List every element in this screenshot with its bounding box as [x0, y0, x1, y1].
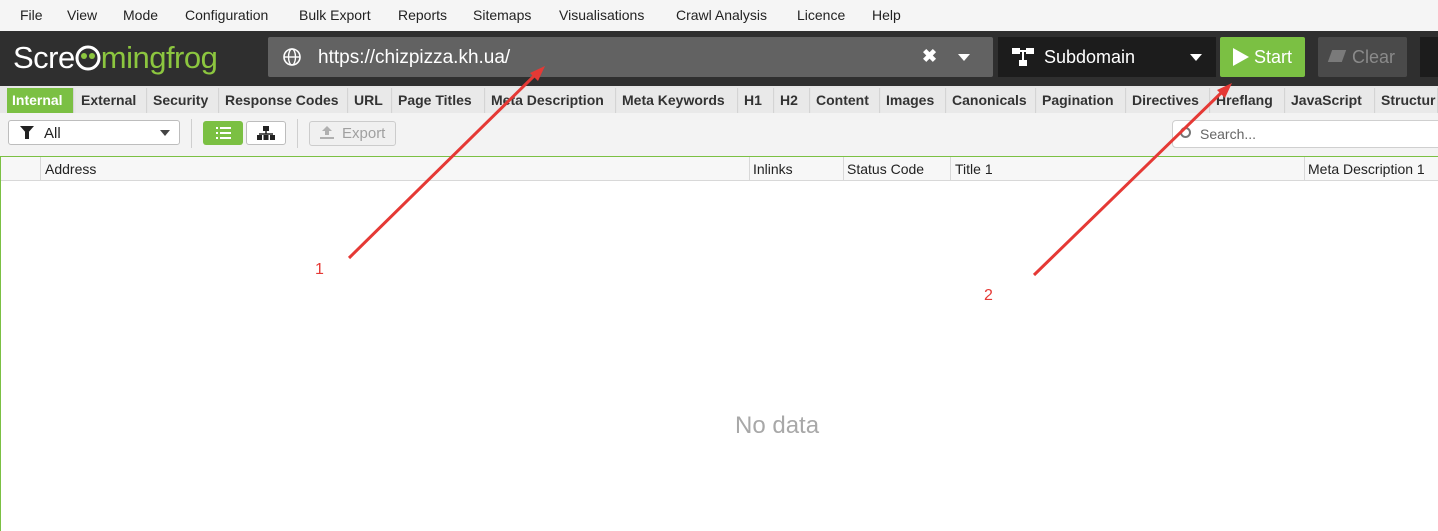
tab-page-titles[interactable]: Page Titles — [393, 88, 485, 113]
tab-external[interactable]: External — [76, 88, 147, 113]
logo-text-start: Scre — [13, 40, 75, 75]
clear-button-label[interactable]: Clear — [1352, 47, 1395, 68]
menu-bulk-export[interactable]: Bulk Export — [299, 7, 371, 23]
tab-pagination[interactable]: Pagination — [1037, 88, 1126, 113]
tab-directives[interactable]: Directives — [1127, 88, 1210, 113]
menu-licence[interactable]: Licence — [797, 7, 845, 23]
tab-h1[interactable]: H1 — [739, 88, 774, 113]
column-divider — [950, 157, 951, 180]
menu-reports[interactable]: Reports — [398, 7, 447, 23]
results-table — [0, 156, 1438, 531]
column-title-1[interactable]: Title 1 — [955, 161, 993, 177]
tab-internal[interactable]: Internal — [7, 88, 74, 113]
column-divider — [843, 157, 844, 180]
menu-mode[interactable]: Mode — [123, 7, 158, 23]
table-header — [1, 157, 1438, 181]
logo-text-end: mingfrog — [100, 40, 218, 75]
filter-value[interactable]: All — [44, 125, 61, 142]
column-meta-description-1[interactable]: Meta Description 1 — [1308, 161, 1425, 177]
column-divider — [1304, 157, 1305, 180]
url-value[interactable]: https://chizpizza.kh.ua/ — [318, 47, 510, 69]
crawl-mode-value[interactable]: Subdomain — [1044, 47, 1135, 68]
column-inlinks[interactable]: Inlinks — [753, 161, 793, 177]
tree-icon — [257, 126, 275, 140]
menu-file[interactable]: File — [20, 7, 43, 23]
tab-canonicals[interactable]: Canonicals — [947, 88, 1036, 113]
play-icon[interactable] — [1233, 48, 1249, 66]
search-icon — [1180, 127, 1191, 138]
column-divider — [749, 157, 750, 180]
app-logo: Scre mingfrog — [13, 39, 218, 77]
toolbar-divider — [191, 119, 192, 148]
upload-icon — [320, 126, 334, 139]
tab-images[interactable]: Images — [881, 88, 946, 113]
tab-response-codes[interactable]: Response Codes — [220, 88, 348, 113]
export-button-label[interactable]: Export — [342, 125, 385, 142]
column-divider — [40, 157, 41, 180]
tab-hreflang[interactable]: Hreflang — [1211, 88, 1285, 113]
empty-state-text: No data — [735, 412, 820, 439]
column-status-code[interactable]: Status Code — [847, 161, 924, 177]
menu-help[interactable]: Help — [872, 7, 901, 23]
filter-icon-stem — [25, 132, 29, 139]
annotation-label-1: 1 — [315, 261, 324, 278]
url-history-dropdown-icon[interactable] — [958, 54, 970, 61]
menu-bar: File View Mode Configuration Bulk Export… — [0, 0, 1438, 31]
list-view-button[interactable] — [203, 121, 243, 145]
tab-structured-data[interactable]: Structur — [1376, 88, 1438, 113]
overflow-button[interactable] — [1420, 37, 1438, 77]
start-button-label[interactable]: Start — [1254, 47, 1292, 68]
annotation-label-2: 2 — [984, 287, 993, 304]
menu-visualisations[interactable]: Visualisations — [559, 7, 644, 23]
list-icon — [216, 127, 231, 139]
tab-meta-description[interactable]: Meta Description — [486, 88, 616, 113]
chevron-down-icon[interactable] — [160, 130, 170, 136]
search-placeholder[interactable]: Search... — [1200, 126, 1256, 142]
menu-view[interactable]: View — [67, 7, 97, 23]
menu-configuration[interactable]: Configuration — [185, 7, 268, 23]
globe-icon — [283, 48, 301, 66]
tab-h2[interactable]: H2 — [775, 88, 810, 113]
tab-security[interactable]: Security — [148, 88, 219, 113]
tab-javascript[interactable]: JavaScript — [1286, 88, 1375, 113]
frog-logo-icon — [75, 45, 101, 71]
tree-view-button[interactable] — [246, 121, 286, 145]
chevron-down-icon[interactable] — [1190, 54, 1202, 61]
menu-crawl-analysis[interactable]: Crawl Analysis — [676, 7, 767, 23]
tab-content[interactable]: Content — [811, 88, 880, 113]
menu-sitemaps[interactable]: Sitemaps — [473, 7, 531, 23]
column-address[interactable]: Address — [45, 161, 96, 177]
tab-meta-keywords[interactable]: Meta Keywords — [617, 88, 738, 113]
tab-url[interactable]: URL — [349, 88, 392, 113]
site-structure-icon — [1012, 48, 1034, 66]
toolbar-divider — [297, 119, 298, 148]
clear-url-icon[interactable]: ✖ — [922, 46, 937, 67]
